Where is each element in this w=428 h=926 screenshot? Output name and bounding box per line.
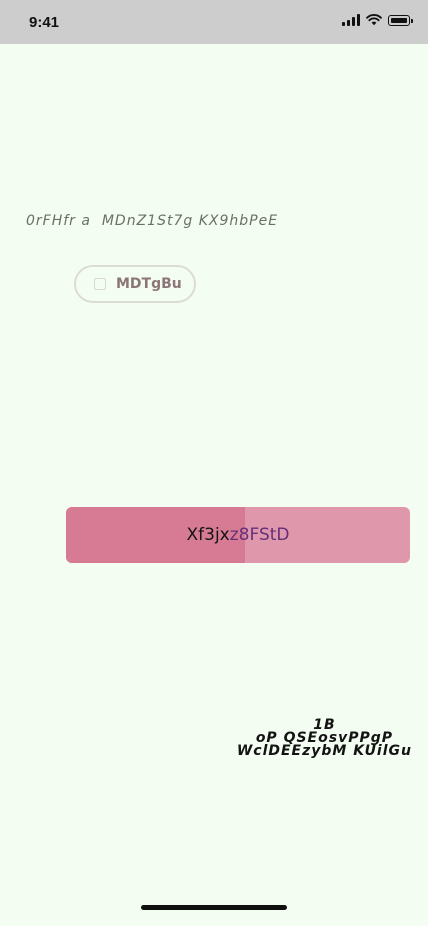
stacked-text-block: 1B oP QSEosvPPgP WclDEEzybM KUilGu bbox=[236, 718, 412, 759]
status-bar: 9:41 bbox=[0, 0, 428, 44]
progress-label: Xf3jx z8FStD bbox=[66, 507, 410, 563]
italic-text-line: 0rFHfr a MDnZ1St7g KX9hbPeE bbox=[26, 213, 279, 229]
wifi-icon bbox=[366, 14, 382, 26]
progress-label-secondary: z8FStD bbox=[229, 525, 290, 545]
battery-icon bbox=[388, 14, 413, 26]
chip-button-label: MDTgBu bbox=[116, 276, 182, 292]
square-icon bbox=[94, 278, 106, 290]
status-time: 9:41 bbox=[29, 14, 60, 31]
signal-icon bbox=[342, 14, 360, 26]
progress-label-primary: Xf3jx bbox=[186, 525, 230, 545]
progress-bar[interactable]: Xf3jx z8FStD bbox=[66, 507, 410, 563]
home-indicator[interactable] bbox=[141, 905, 287, 910]
stacked-text-line: WclDEEzybM KUilGu bbox=[236, 743, 412, 759]
chip-button[interactable]: MDTgBu bbox=[74, 265, 196, 303]
status-icons bbox=[342, 14, 413, 26]
